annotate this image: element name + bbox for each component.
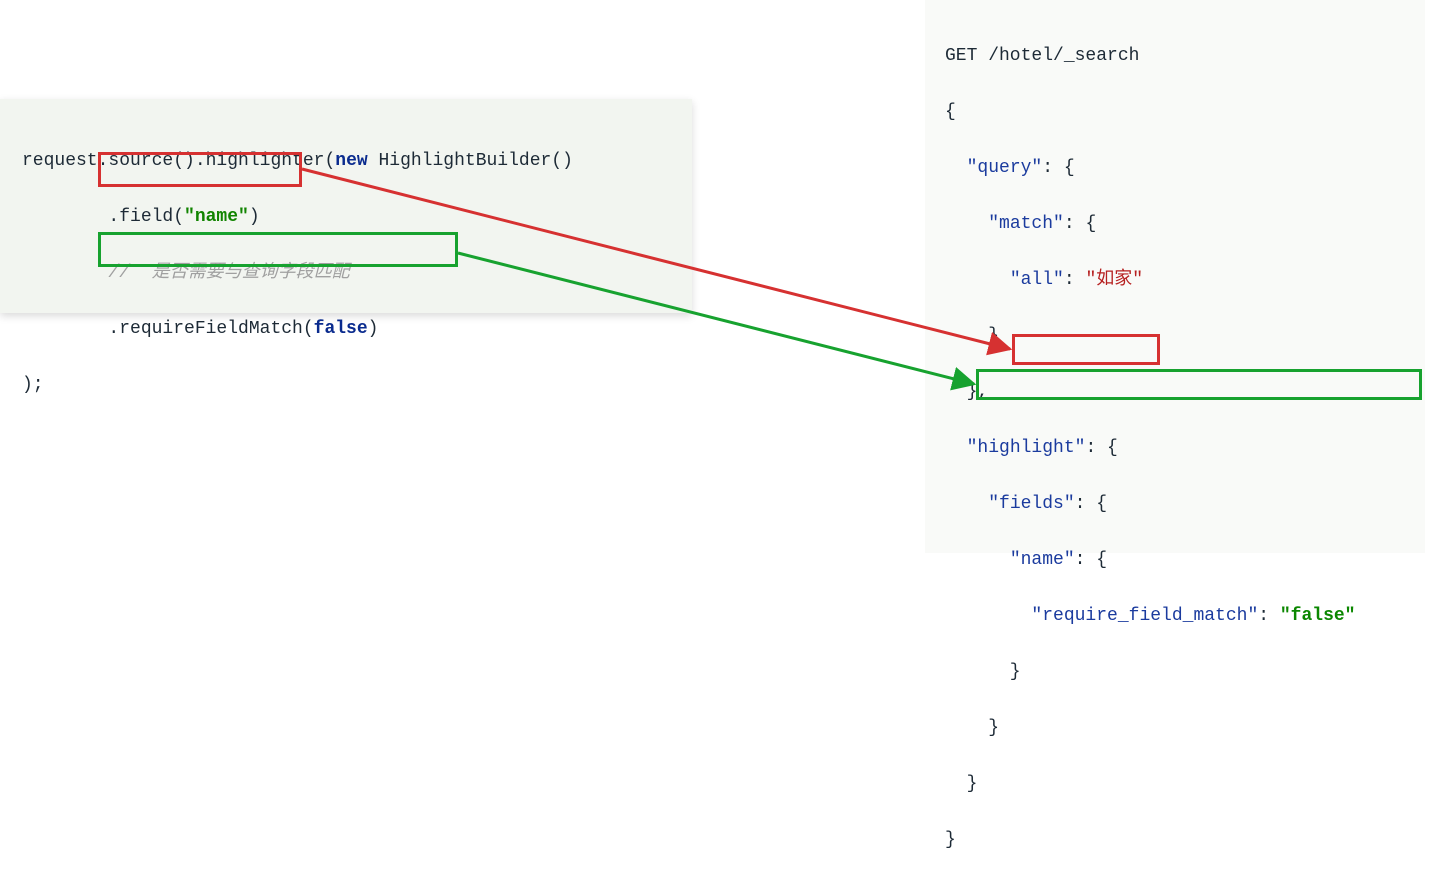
code-text: .field( bbox=[22, 207, 184, 227]
json-text: : bbox=[1064, 270, 1086, 290]
json-query-panel: GET /hotel/_search { "query": { "match":… bbox=[925, 0, 1425, 553]
json-key: "fields" bbox=[988, 494, 1074, 514]
string-literal: "name" bbox=[184, 207, 249, 227]
code-text: request.source().highlighter( bbox=[22, 151, 335, 171]
indent bbox=[945, 550, 1010, 570]
indent bbox=[945, 270, 1010, 290]
code-text: ) bbox=[249, 207, 260, 227]
indent bbox=[945, 214, 988, 234]
indent bbox=[945, 606, 1031, 626]
java-code-panel: request.source().highlighter(new Highlig… bbox=[0, 99, 692, 313]
json-key-name: "name" bbox=[1010, 550, 1075, 570]
json-value: "如家" bbox=[1085, 270, 1143, 290]
brace: } bbox=[945, 718, 999, 738]
brace: } bbox=[945, 774, 977, 794]
json-text: : { bbox=[1042, 158, 1074, 178]
code-text: ); bbox=[22, 375, 44, 395]
json-text: : { bbox=[1085, 438, 1117, 458]
indent bbox=[945, 438, 967, 458]
json-text: : bbox=[1258, 606, 1280, 626]
brace: } bbox=[945, 830, 956, 850]
code-text: ) bbox=[368, 319, 379, 339]
brace: } bbox=[945, 326, 999, 346]
brace: }, bbox=[945, 382, 988, 402]
indent bbox=[945, 158, 967, 178]
json-key: "highlight" bbox=[967, 438, 1086, 458]
json-text: : { bbox=[1075, 494, 1107, 514]
code-text: .requireFieldMatch( bbox=[22, 319, 314, 339]
json-text: : { bbox=[1064, 214, 1096, 234]
http-method-line: GET /hotel/_search bbox=[945, 46, 1139, 66]
code-comment: // 是否需要与查询字段匹配 bbox=[22, 263, 350, 283]
json-value-false: "false" bbox=[1280, 606, 1356, 626]
json-key: "query" bbox=[967, 158, 1043, 178]
keyword-new: new bbox=[335, 151, 367, 171]
json-text: : { bbox=[1075, 550, 1107, 570]
brace: { bbox=[945, 102, 956, 122]
code-text: HighlightBuilder() bbox=[368, 151, 573, 171]
json-key: "match" bbox=[988, 214, 1064, 234]
json-key-require-field-match: "require_field_match" bbox=[1031, 606, 1258, 626]
json-key: "all" bbox=[1010, 270, 1064, 290]
indent bbox=[945, 494, 988, 514]
brace: } bbox=[945, 662, 1021, 682]
keyword-false: false bbox=[314, 319, 368, 339]
